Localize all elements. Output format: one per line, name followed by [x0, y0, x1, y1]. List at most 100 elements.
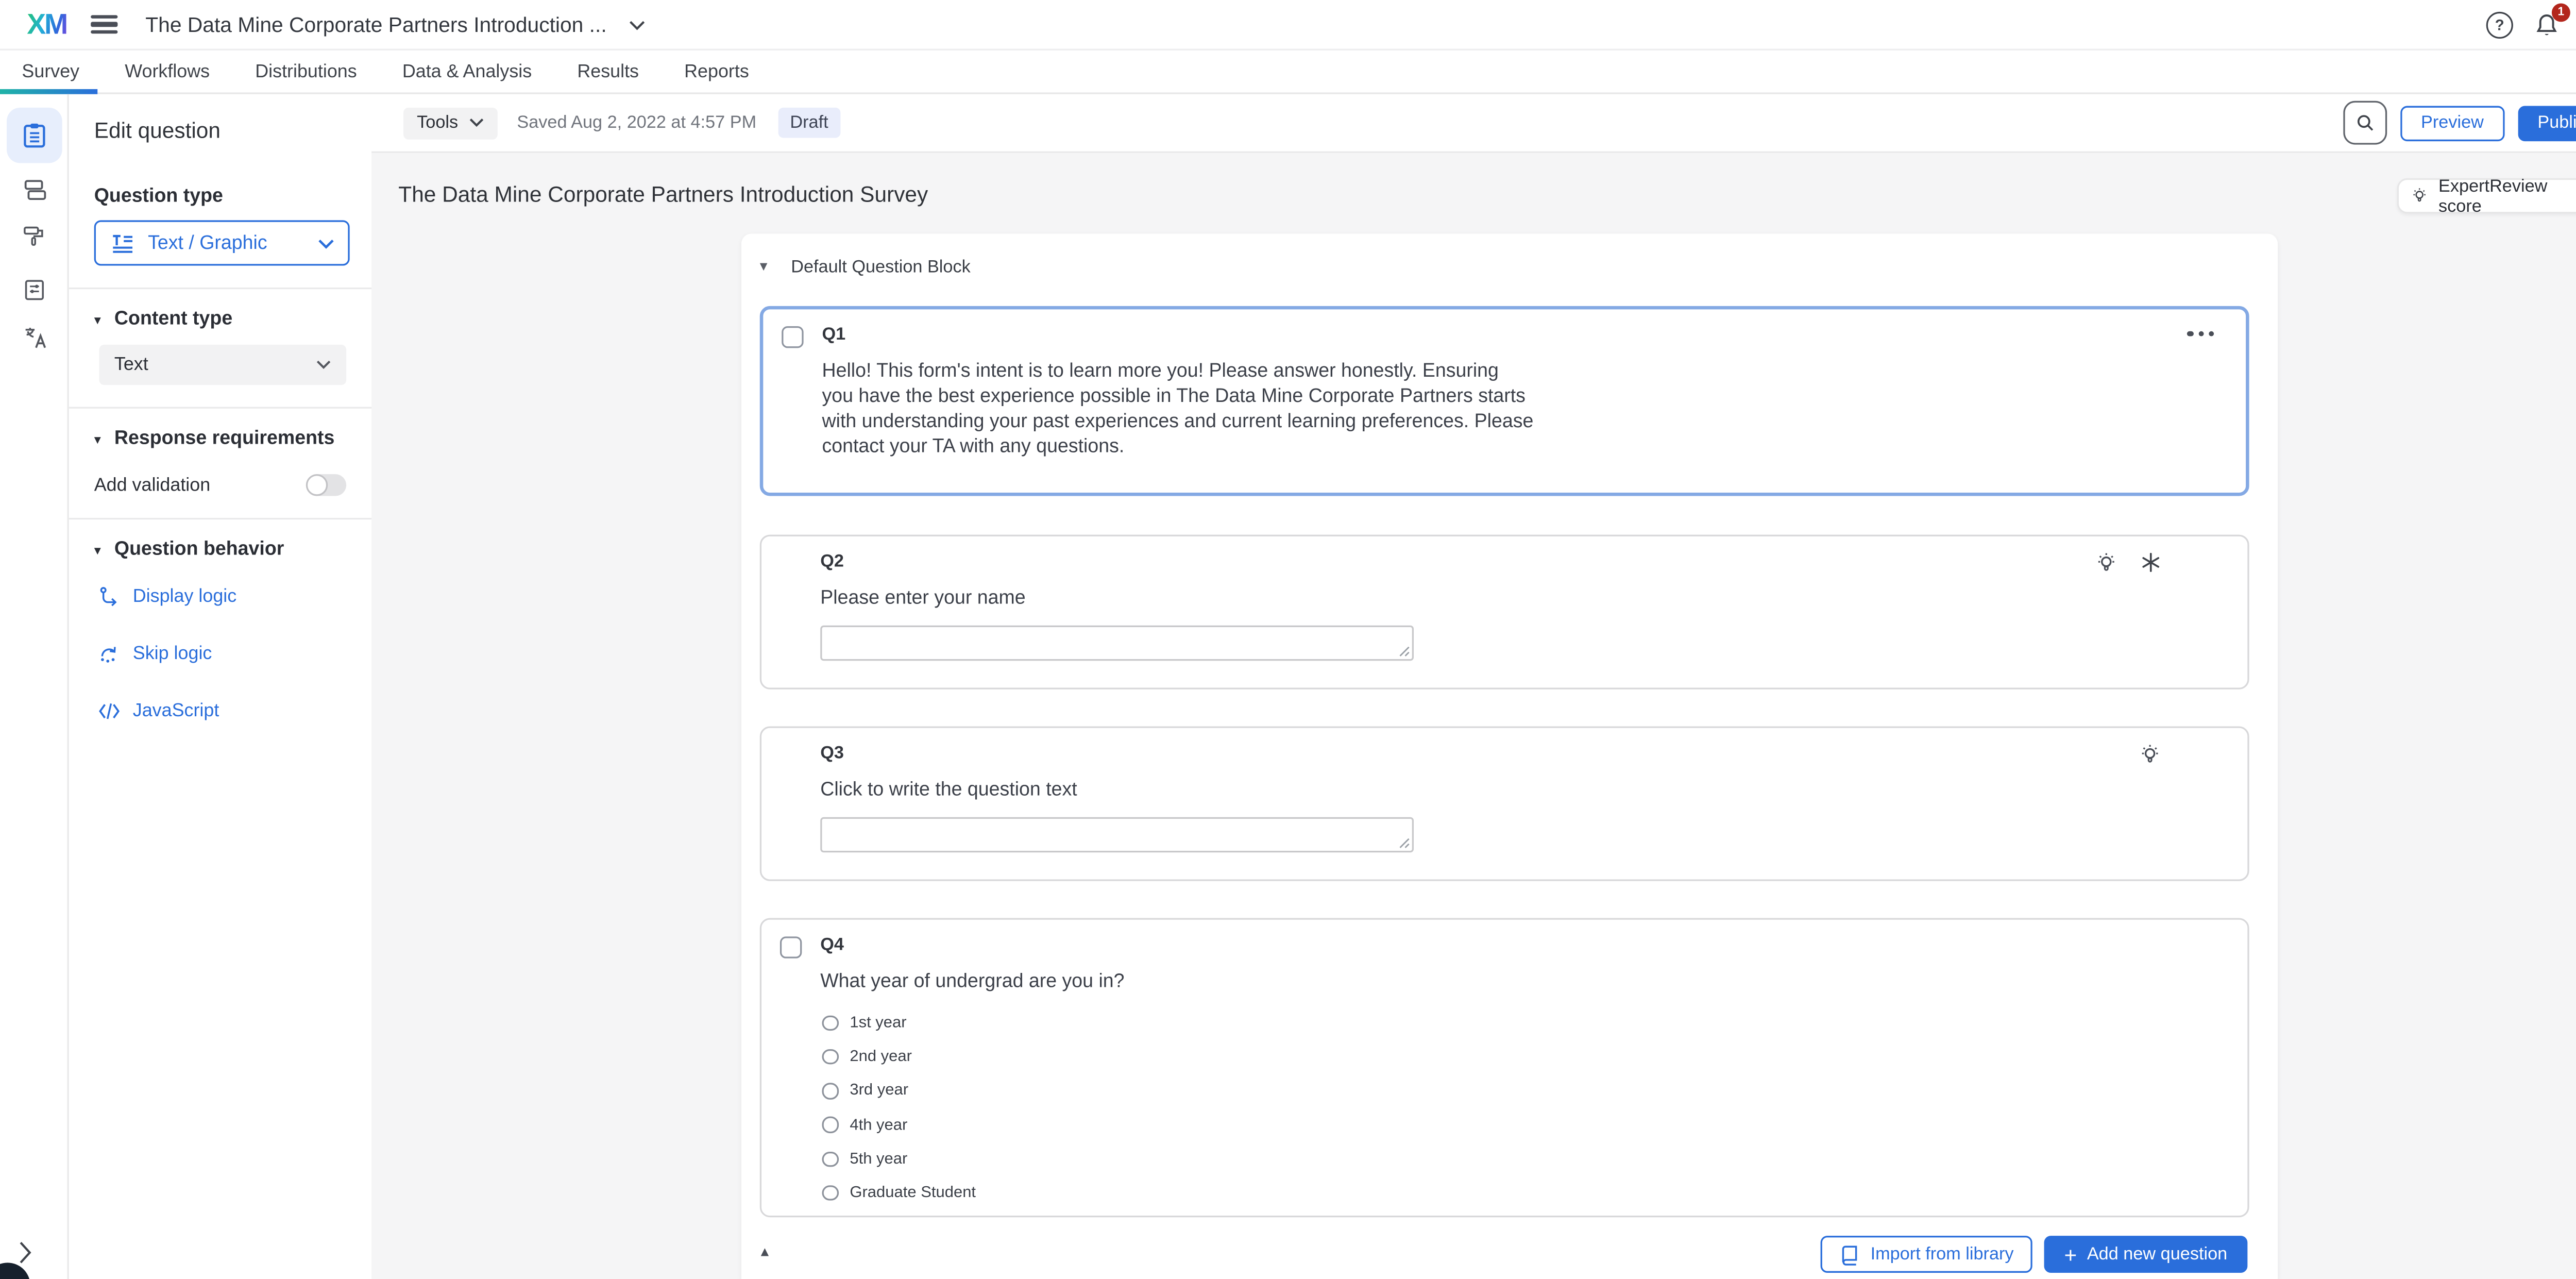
q4-choice-6[interactable]: Graduate Student	[822, 1184, 976, 1202]
javascript-link[interactable]: JavaScript	[97, 699, 349, 723]
preview-button[interactable]: Preview	[2401, 105, 2504, 141]
resize-handle-icon[interactable]	[1399, 646, 1411, 658]
paint-roller-icon	[22, 224, 47, 249]
tab-reports[interactable]: Reports	[684, 61, 749, 81]
xm-logo[interactable]: XM	[27, 8, 66, 41]
expert-review-label: ExpertReview score	[2438, 176, 2566, 216]
q4-choice-5[interactable]: 5th year	[822, 1150, 976, 1168]
q3-answer-textarea[interactable]	[820, 817, 1414, 853]
notifications-button[interactable]: 1	[2533, 11, 2560, 38]
question-card-q3[interactable]: Q3 Click to write the question text	[760, 727, 2249, 881]
rail-translations[interactable]	[7, 309, 62, 365]
q4-id-label: Q4	[820, 935, 844, 955]
top-bar: XM The Data Mine Corporate Partners Intr…	[0, 0, 2576, 51]
toggle-knob	[306, 474, 328, 496]
q4-checkbox[interactable]	[780, 936, 802, 958]
import-from-library-button[interactable]: Import from library	[1820, 1236, 2032, 1273]
help-icon[interactable]: ?	[2486, 11, 2513, 38]
radio-button[interactable]	[822, 1185, 838, 1201]
question-card-q1[interactable]: Q1 Hello! This form's intent is to learn…	[760, 306, 2249, 496]
question-card-q2[interactable]: Q2 Please enter your name	[760, 535, 2249, 689]
publish-button[interactable]: Publish	[2517, 105, 2576, 141]
q2-id-label: Q2	[820, 551, 844, 571]
search-button[interactable]	[2344, 101, 2387, 145]
q4-choice-1[interactable]: 1st year	[822, 1014, 976, 1032]
display-logic-label: Display logic	[133, 587, 236, 607]
collapse-triangle-icon: ▾	[94, 542, 101, 557]
import-label: Import from library	[1871, 1244, 2014, 1264]
add-validation-toggle[interactable]	[306, 474, 346, 496]
display-logic-link[interactable]: Display logic	[97, 585, 349, 609]
lightbulb-icon	[2094, 551, 2118, 575]
radio-button[interactable]	[822, 1151, 838, 1167]
survey-title[interactable]: The Data Mine Corporate Partners Introdu…	[398, 181, 928, 207]
response-requirements-section-header[interactable]: ▾ Response requirements	[94, 429, 350, 449]
tab-survey[interactable]: Survey	[22, 61, 79, 81]
add-question-label: Add new question	[2087, 1244, 2227, 1264]
text-graphic-icon	[109, 229, 136, 256]
radio-button[interactable]	[822, 1049, 838, 1065]
notification-badge: 1	[2552, 3, 2570, 21]
question-type-label: Question type	[94, 187, 350, 207]
content-area: Tools Saved Aug 2, 2022 at 4:57 PM Draft…	[371, 94, 2576, 1279]
divider	[69, 518, 375, 519]
q4-question-text[interactable]: What year of undergrad are you in?	[820, 970, 1124, 996]
rail-survey-builder[interactable]	[7, 108, 62, 163]
q1-question-text[interactable]: Hello! This form's intent is to learn mo…	[822, 360, 1535, 461]
add-new-question-button[interactable]: + Add new question	[2044, 1236, 2247, 1273]
q4-choice-4[interactable]: 4th year	[822, 1116, 976, 1134]
block-title[interactable]: Default Question Block	[791, 257, 971, 277]
hamburger-menu-button[interactable]	[90, 14, 117, 35]
panel-heading: Edit question	[94, 117, 350, 143]
q2-forced-response-indicator[interactable]	[2140, 551, 2162, 573]
content-type-section-header[interactable]: ▾ Content type	[94, 309, 350, 329]
survey-name-menu[interactable]: The Data Mine Corporate Partners Introdu…	[145, 12, 646, 36]
q3-expert-suggestion-button[interactable]	[2138, 743, 2162, 767]
skip-logic-label: Skip logic	[133, 644, 212, 664]
blocks-icon	[21, 176, 48, 203]
q1-menu-button[interactable]	[2188, 331, 2214, 336]
question-block-canvas: ▾ Default Question Block Q1 Hello! This …	[741, 234, 2278, 1279]
editor-toolbar: Tools Saved Aug 2, 2022 at 4:57 PM Draft…	[371, 94, 2576, 153]
tab-data-analysis[interactable]: Data & Analysis	[402, 61, 532, 81]
tab-results[interactable]: Results	[577, 61, 639, 81]
radio-button[interactable]	[822, 1083, 838, 1099]
active-tab-underline	[0, 90, 97, 94]
expert-review-button[interactable]: ExpertReview score Fair	[2397, 178, 2576, 214]
q3-question-text[interactable]: Click to write the question text	[820, 779, 1077, 804]
code-icon	[97, 699, 121, 723]
q2-answer-textarea[interactable]	[820, 626, 1414, 661]
q1-checkbox[interactable]	[782, 326, 803, 348]
choice-label: 5th year	[850, 1150, 907, 1168]
question-card-q4[interactable]: Q4 What year of undergrad are you in? 1s…	[760, 918, 2249, 1217]
chevron-right-icon	[19, 1240, 32, 1264]
tab-workflows[interactable]: Workflows	[125, 61, 210, 81]
resize-handle-icon[interactable]	[1399, 837, 1411, 849]
add-validation-label: Add validation	[94, 475, 210, 495]
radio-button[interactable]	[822, 1117, 838, 1133]
question-type-value: Text / Graphic	[148, 233, 267, 253]
collapse-block-button[interactable]: ▲	[758, 1244, 772, 1259]
q2-expert-suggestion-button[interactable]	[2094, 551, 2118, 575]
book-icon	[1839, 1243, 1860, 1265]
sidebar-expand-button[interactable]	[19, 1240, 32, 1264]
divider	[69, 407, 375, 409]
q1-id-label: Q1	[822, 325, 846, 345]
primary-nav: Survey Workflows Distributions Data & An…	[0, 51, 2576, 94]
tab-distributions[interactable]: Distributions	[255, 61, 357, 81]
q4-choice-2[interactable]: 2nd year	[822, 1048, 976, 1066]
question-behavior-section-header[interactable]: ▾ Question behavior	[94, 540, 350, 560]
collapse-triangle-icon: ▾	[94, 431, 101, 446]
tools-button[interactable]: Tools	[403, 107, 497, 139]
radio-button[interactable]	[822, 1015, 838, 1031]
edit-question-panel: Edit question Question type Text / Graph…	[69, 94, 375, 1279]
content-type-select[interactable]: Text	[99, 345, 347, 385]
question-type-dropdown[interactable]: Text / Graphic	[94, 220, 350, 265]
q2-question-text[interactable]: Please enter your name	[820, 587, 1025, 612]
display-logic-icon	[97, 585, 121, 609]
skip-logic-link[interactable]: Skip logic	[97, 642, 349, 666]
block-collapse-button[interactable]: ▾	[760, 257, 768, 276]
javascript-label: JavaScript	[133, 701, 219, 721]
q4-choice-3[interactable]: 3rd year	[822, 1082, 976, 1100]
rail-look-and-feel[interactable]	[7, 209, 62, 264]
